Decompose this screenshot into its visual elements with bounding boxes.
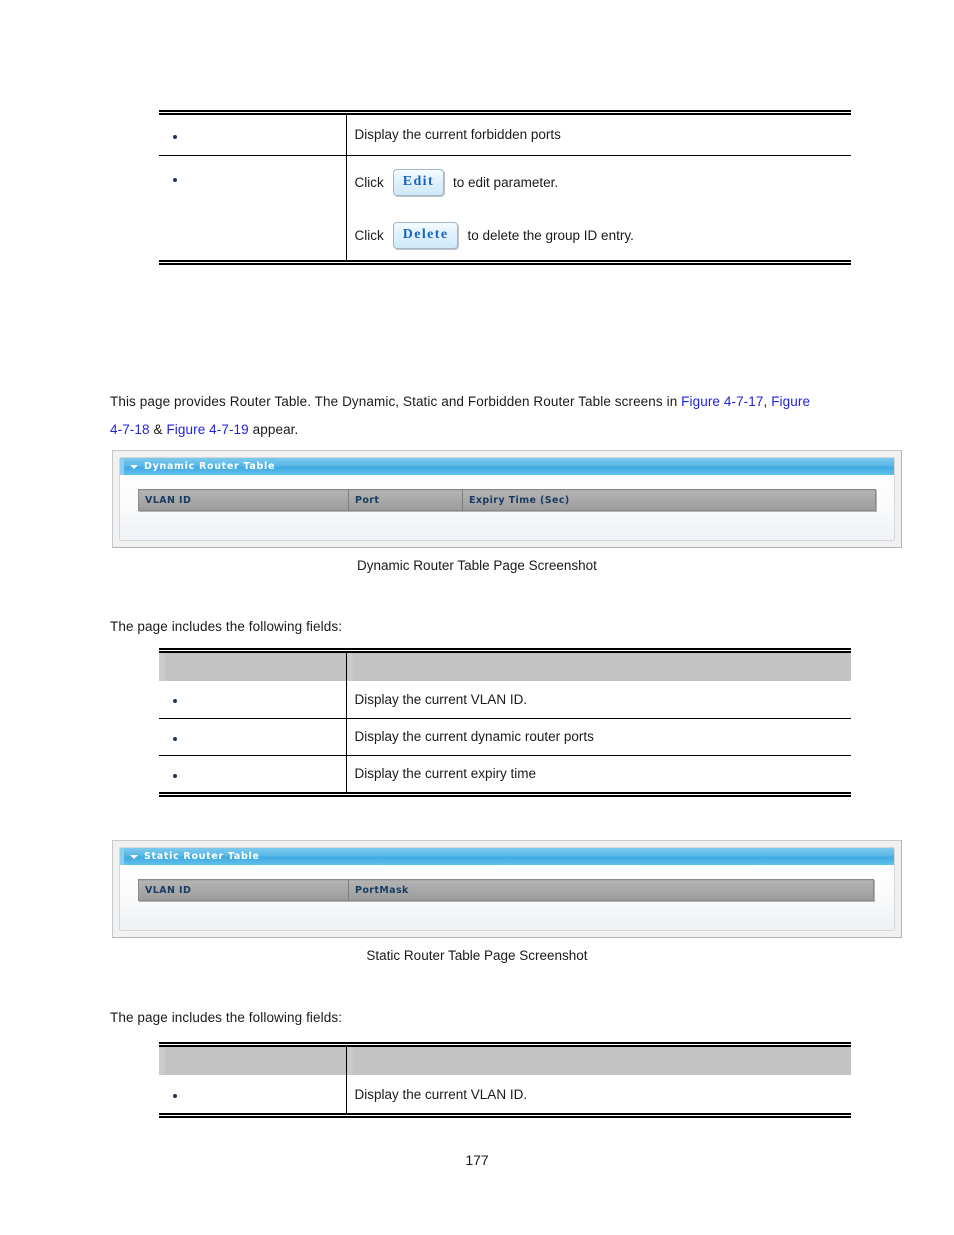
table-header-row: VLAN ID Port Expiry Time (Sec) xyxy=(138,489,876,511)
intro-paragraph-line2: 4-7-18 & Figure 4-7-19 appear. xyxy=(110,416,850,444)
column-header-vlan-id[interactable]: VLAN ID xyxy=(138,489,349,511)
dynamic-router-data-table: VLAN ID Port Expiry Time (Sec) xyxy=(138,489,876,511)
description-cell: Display the current expiry time xyxy=(354,766,537,782)
table-row: Display the current expiry time xyxy=(159,755,851,792)
bullet-icon xyxy=(173,699,177,704)
panel-body: VLAN ID Port Expiry Time (Sec) xyxy=(120,475,894,540)
document-page: { "page": { "number": "177" }, "top_tabl… xyxy=(0,0,954,1235)
intro-amp: & xyxy=(149,422,167,437)
link-figure-4-7-18-part2[interactable]: 4-7-18 xyxy=(110,422,150,437)
static-fields-intro: The page includes the following fields: xyxy=(110,1010,343,1025)
dynamic-router-table-panel: Dynamic Router Table VLAN ID Port Expiry… xyxy=(112,450,902,548)
bullet-icon xyxy=(173,773,177,778)
field-table-header-row xyxy=(159,1047,851,1075)
table-header-row: VLAN ID PortMask xyxy=(138,879,874,901)
edit-instruction-line: Click Edit to edit parameter. xyxy=(354,168,852,196)
field-header-object xyxy=(159,653,347,681)
bullet-cell xyxy=(159,755,347,792)
dynamic-panel-caption: Dynamic Router Table Page Screenshot xyxy=(357,558,597,573)
action-description-cell: Click Edit to edit parameter. Click Dele… xyxy=(346,155,851,260)
edit-prefix-label: Click xyxy=(354,174,384,190)
bullet-icon xyxy=(173,177,177,182)
bullet-cell xyxy=(159,681,347,719)
delete-suffix-label: to delete the group ID entry. xyxy=(467,227,634,243)
static-router-table-panel: Static Router Table VLAN ID PortMask xyxy=(112,840,902,938)
column-header-expiry-time[interactable]: Expiry Time (Sec) xyxy=(462,489,876,511)
description-cell: Display the current VLAN ID. xyxy=(354,1086,528,1102)
table-bottom-rule xyxy=(159,1113,851,1118)
panel-title-label: Dynamic Router Table xyxy=(144,461,276,472)
intro-text-1: This page provides Router Table. The Dyn… xyxy=(110,394,682,409)
description-cell: Display the current forbidden ports xyxy=(346,115,851,156)
link-figure-4-7-19[interactable]: Figure 4-7-19 xyxy=(166,422,248,437)
table-row: Display the current forbidden ports xyxy=(159,115,851,156)
column-header-vlan-id[interactable]: VLAN ID xyxy=(138,879,349,901)
intro-paragraph: This page provides Router Table. The Dyn… xyxy=(110,388,850,416)
edit-button[interactable]: Edit xyxy=(392,168,445,196)
table-row: Display the current VLAN ID. xyxy=(159,1075,851,1113)
description-cell: Display the current dynamic router ports xyxy=(346,718,851,756)
field-table-header-row xyxy=(159,653,851,681)
static-router-data-table: VLAN ID PortMask xyxy=(138,879,874,901)
table-row: Display the current VLAN ID. xyxy=(159,681,851,719)
description-cell: Display the current VLAN ID. xyxy=(346,681,851,719)
bullet-cell xyxy=(159,718,347,756)
static-panel-caption: Static Router Table Page Screenshot xyxy=(366,948,588,963)
panel-inner: Static Router Table VLAN ID PortMask xyxy=(119,847,895,931)
field-header-description xyxy=(346,653,851,681)
collapse-triangle-icon[interactable] xyxy=(130,854,138,859)
link-figure-4-7-17[interactable]: Figure 4-7-17 xyxy=(681,394,763,409)
bullet-cell xyxy=(159,115,347,156)
link-figure-4-7-18-part1[interactable]: Figure xyxy=(771,394,810,409)
bullet-icon xyxy=(173,736,177,741)
bullet-icon xyxy=(173,1094,177,1098)
column-header-port[interactable]: Port xyxy=(348,489,463,511)
static-router-field-table: Display the current VLAN ID. xyxy=(159,1042,851,1118)
field-header-object xyxy=(159,1047,347,1075)
table-bottom-rule xyxy=(159,792,851,797)
bullet-cell xyxy=(159,155,347,260)
delete-instruction-line: Click Delete to delete the group ID entr… xyxy=(354,221,852,249)
delete-button[interactable]: Delete xyxy=(392,221,459,249)
panel-title-bar[interactable]: Dynamic Router Table xyxy=(120,458,894,475)
forbidden-ports-field-table: Display the current forbidden ports Clic… xyxy=(159,110,851,265)
table-bottom-rule xyxy=(159,260,851,265)
bullet-icon xyxy=(173,134,177,139)
page-number: 177 xyxy=(465,1152,489,1168)
intro-tail: appear. xyxy=(248,422,299,437)
dynamic-fields-intro: The page includes the following fields: xyxy=(110,619,343,634)
edit-suffix-label: to edit parameter. xyxy=(453,174,559,190)
bullet-cell xyxy=(159,1075,347,1113)
field-header-description xyxy=(346,1047,851,1075)
delete-prefix-label: Click xyxy=(354,227,384,243)
panel-body: VLAN ID PortMask xyxy=(120,865,894,930)
column-header-portmask[interactable]: PortMask xyxy=(348,879,874,901)
panel-inner: Dynamic Router Table VLAN ID Port Expiry… xyxy=(119,457,895,541)
collapse-triangle-icon[interactable] xyxy=(130,464,138,469)
table-row-actions: Click Edit to edit parameter. Click Dele… xyxy=(159,155,851,260)
dynamic-router-field-table: Display the current VLAN ID. Display the… xyxy=(159,648,851,797)
table-row: Display the current dynamic router ports xyxy=(159,718,851,756)
panel-title-bar[interactable]: Static Router Table xyxy=(120,848,894,865)
panel-title-label: Static Router Table xyxy=(144,851,260,862)
